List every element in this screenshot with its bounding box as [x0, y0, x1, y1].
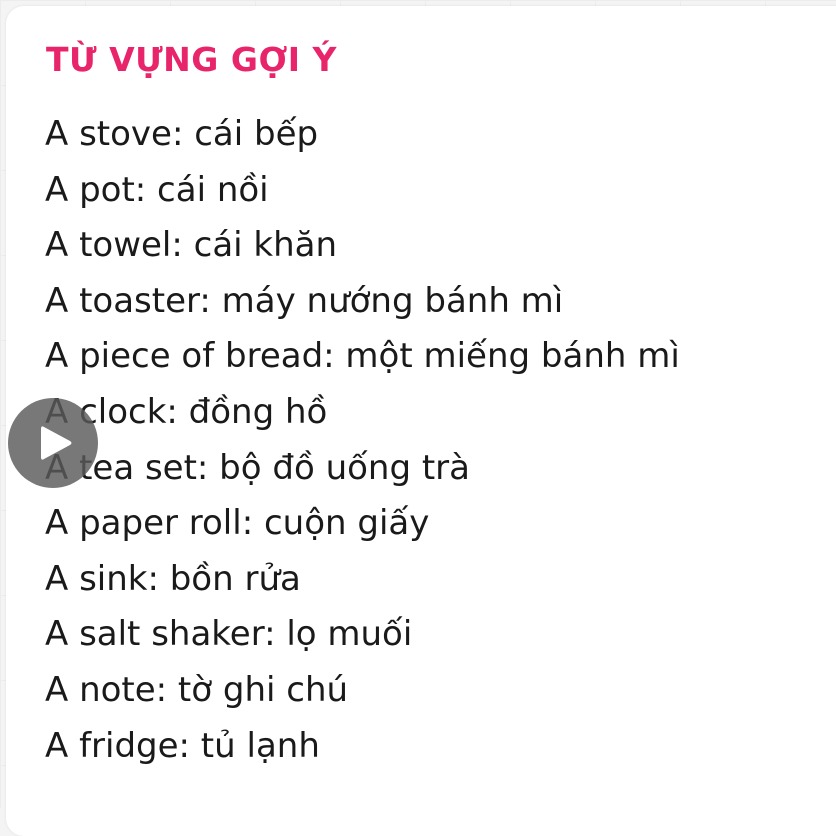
- vocab-item: A toaster: máy nướng bánh mì: [45, 274, 680, 330]
- vocab-item: A piece of bread: một miếng bánh mì: [45, 329, 680, 385]
- vocab-item: A salt shaker: lọ muối: [45, 607, 680, 663]
- play-icon: [39, 424, 73, 462]
- vocab-item: A clock: đồng hồ: [45, 385, 680, 441]
- page-title: TỪ VỰNG GỢI Ý: [46, 36, 337, 84]
- vocabulary-list: A stove: cái bếp A pot: cái nồi A towel:…: [45, 107, 680, 774]
- vocab-item: A stove: cái bếp: [45, 107, 680, 163]
- vocab-item: A fridge: tủ lạnh: [45, 719, 680, 775]
- vocab-item: A pot: cái nồi: [45, 163, 680, 219]
- vocab-item: A tea set: bộ đồ uống trà: [45, 441, 680, 497]
- vocab-item: A paper roll: cuộn giấy: [45, 496, 680, 552]
- vocab-item: A towel: cái khăn: [45, 218, 680, 274]
- vocab-item: A note: tờ ghi chú: [45, 663, 680, 719]
- vocab-item: A sink: bồn rửa: [45, 552, 680, 608]
- play-button[interactable]: [8, 398, 98, 488]
